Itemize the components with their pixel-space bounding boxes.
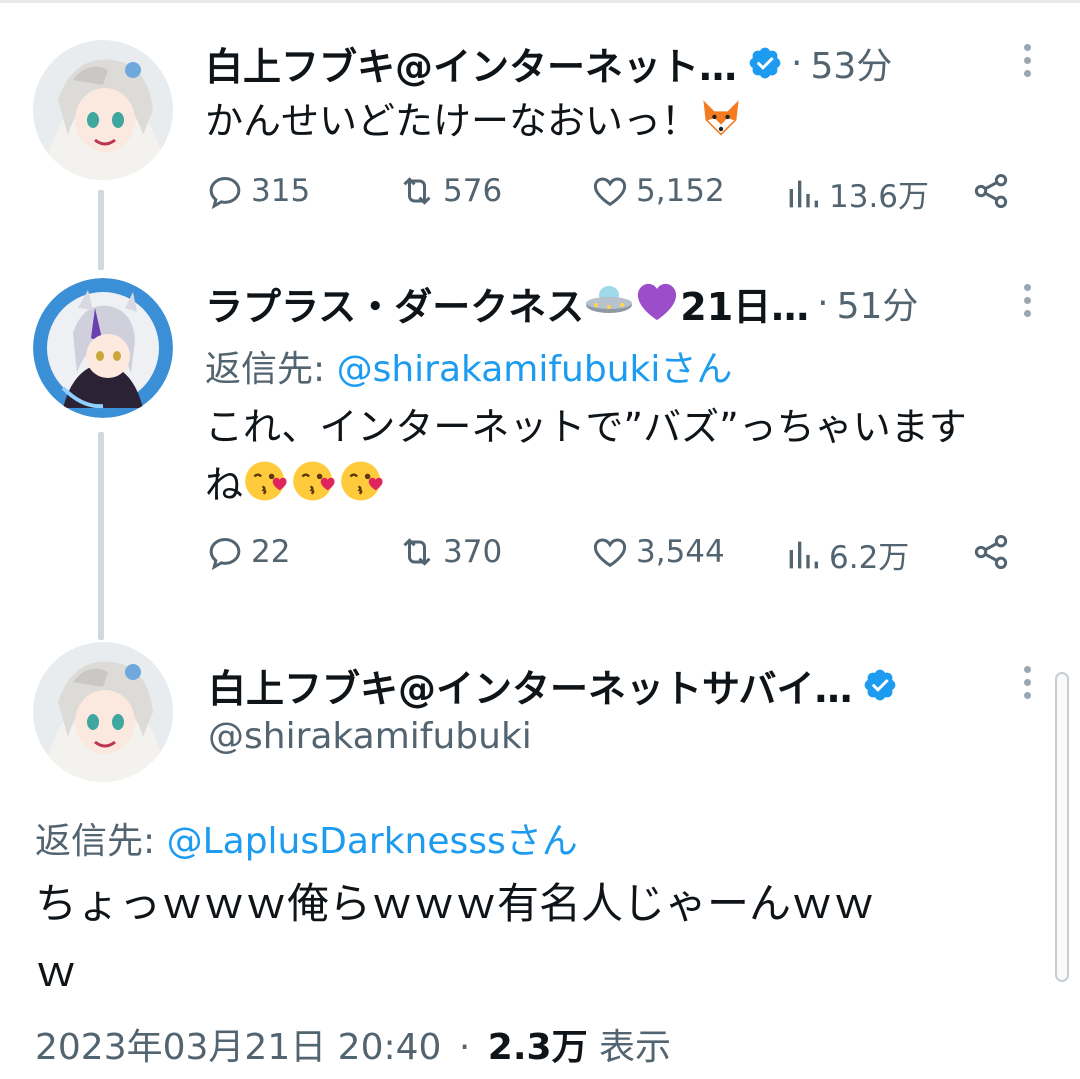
- reply-button[interactable]: 315: [205, 171, 310, 211]
- tweet-header: ラプラス・ダークネス 21日… · 51分: [205, 277, 919, 329]
- display-name[interactable]: ラプラス・ダークネス: [205, 276, 584, 331]
- views-button[interactable]: 13.6万: [783, 171, 929, 216]
- views-count: 6.2万: [829, 540, 910, 576]
- top-divider: [0, 0, 1080, 3]
- more-options-icon[interactable]: [1012, 666, 1042, 699]
- tweet-text-line: ｗ: [35, 947, 78, 996]
- share-icon: [974, 535, 1008, 569]
- reply-prefix: 返信先:: [35, 821, 167, 862]
- tweet-text-content: かんせいどたけーなおいっ！: [205, 99, 700, 143]
- reply-mention-link[interactable]: @shirakamifubukiさん: [337, 349, 733, 390]
- fox-emoji: [699, 96, 743, 156]
- avatar[interactable]: [33, 278, 173, 418]
- like-button[interactable]: 3,544: [590, 532, 725, 572]
- timestamp-link[interactable]: 51分: [837, 277, 919, 329]
- ufo-emoji: [584, 281, 634, 325]
- avatar[interactable]: [33, 642, 173, 782]
- purple-heart-emoji: [634, 280, 680, 326]
- retweet-icon: [403, 177, 431, 205]
- kiss-emoji: [291, 458, 339, 520]
- views-label: 表示: [599, 1027, 672, 1068]
- separator-dot: ·: [791, 42, 803, 84]
- views-count: 2.3万: [487, 1027, 588, 1068]
- tweet-header: 白上フブキ@インターネットサバイ…: [208, 662, 898, 711]
- tweet-meta: 2023年03月21日 20:40 · 2.3万 表示: [35, 1018, 671, 1070]
- more-options-icon[interactable]: [1012, 44, 1042, 77]
- display-name[interactable]: 白上フブキ@インターネットサバイ…: [208, 658, 852, 713]
- display-name-suffix[interactable]: 21日…: [680, 276, 809, 331]
- views-count: 13.6万: [829, 179, 930, 215]
- like-icon: [593, 538, 627, 568]
- retweet-count: 370: [443, 534, 503, 570]
- tweet-text: ちょっｗｗｗ俺らｗｗｗ有名人じゃーんｗｗ ｗ: [35, 870, 1045, 1006]
- verified-badge-icon: [862, 667, 898, 703]
- tweet-text-line: ね: [205, 456, 967, 520]
- thread-line: [98, 432, 104, 640]
- share-button[interactable]: [971, 532, 1017, 572]
- views-icon: [789, 541, 818, 568]
- reply-context: 返信先: @shirakamifubukiさん: [205, 340, 732, 392]
- share-button[interactable]: [971, 171, 1017, 211]
- timestamp-link[interactable]: 53分: [810, 37, 892, 89]
- retweet-icon: [403, 538, 431, 566]
- separator-dot: ·: [458, 1027, 471, 1068]
- avatar[interactable]: [33, 40, 173, 180]
- separator-dot: ·: [817, 282, 829, 324]
- tweet-text: かんせいどたけーなおいっ！: [205, 92, 743, 156]
- views-icon: [789, 180, 818, 207]
- thread-line: [98, 190, 104, 270]
- tweet-text-line2: ね: [205, 463, 244, 507]
- like-icon: [593, 177, 627, 207]
- scrollbar[interactable]: [1055, 672, 1069, 982]
- tweet-text-line: ちょっｗｗｗ俺らｗｗｗ有名人じゃーんｗｗ: [35, 879, 876, 928]
- more-options-icon[interactable]: [1012, 284, 1042, 317]
- tweet-text: これ、インターネットで”バズ”っちゃいます ね: [205, 398, 967, 520]
- like-count: 5,152: [636, 173, 725, 209]
- action-bar: 22 370 3,544 6.2万: [205, 532, 1035, 582]
- action-bar: 315 576 5,152 13.6万: [205, 171, 1035, 221]
- user-handle[interactable]: @shirakamifubuki: [208, 716, 532, 757]
- retweet-button[interactable]: 370: [397, 532, 502, 572]
- reply-button[interactable]: 22: [205, 532, 290, 572]
- reply-icon: [209, 176, 241, 210]
- retweet-button[interactable]: 576: [397, 171, 502, 211]
- verified-badge-icon: [747, 45, 783, 81]
- tweet-header: 白上フブキ@インターネット… · 53分: [205, 37, 892, 89]
- retweet-count: 576: [443, 173, 503, 209]
- views-button[interactable]: 6.2万: [783, 532, 909, 577]
- kiss-emoji: [243, 458, 291, 520]
- like-count: 3,544: [636, 534, 725, 570]
- share-icon: [974, 174, 1008, 208]
- reply-count: 315: [251, 173, 311, 209]
- tweet-timestamp[interactable]: 2023年03月21日 20:40: [35, 1027, 441, 1068]
- kiss-emoji: [339, 458, 387, 520]
- reply-mention-link[interactable]: @LaplusDarknesssさん: [167, 821, 578, 862]
- display-name[interactable]: 白上フブキ@インターネット…: [205, 36, 737, 91]
- reply-icon: [209, 537, 241, 571]
- like-button[interactable]: 5,152: [590, 171, 725, 211]
- tweet-text-line: これ、インターネットで”バズ”っちゃいます: [205, 405, 967, 449]
- reply-context: 返信先: @LaplusDarknesssさん: [35, 812, 578, 864]
- reply-count: 22: [251, 534, 291, 570]
- reply-prefix: 返信先:: [205, 349, 337, 390]
